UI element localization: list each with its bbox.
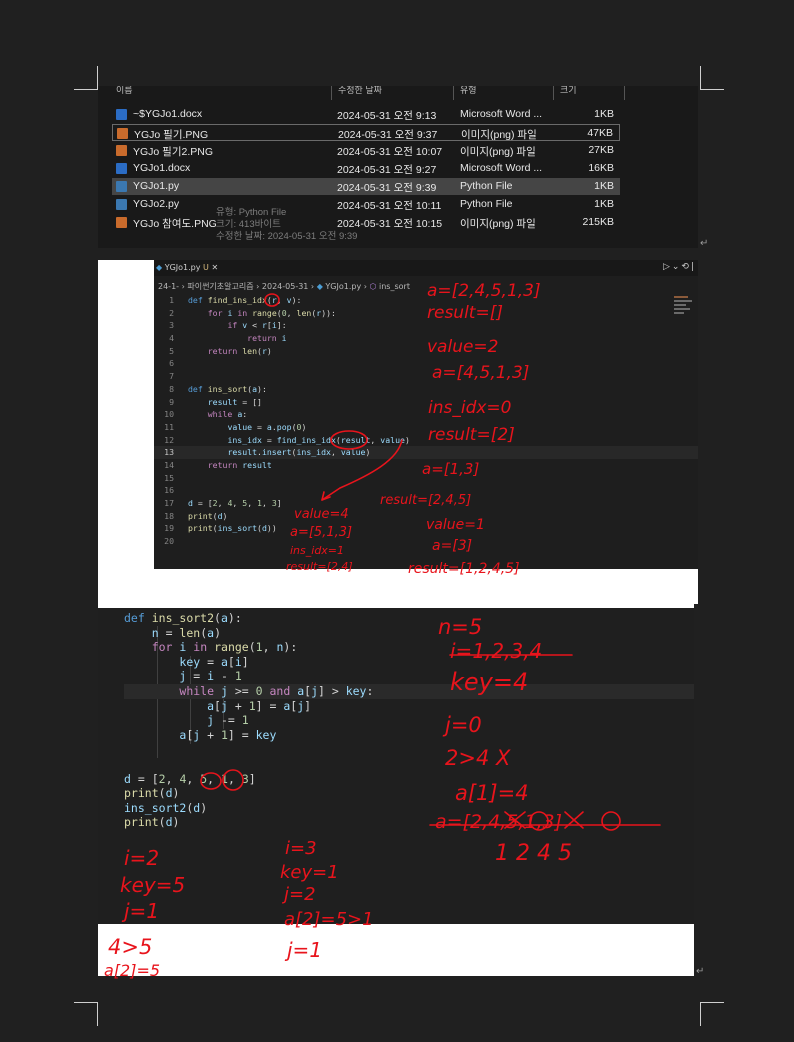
note-ins-idx: ins_idx=0 [428, 398, 512, 418]
note-result: result=[] [427, 303, 503, 323]
note-a-list: a=[3] [432, 538, 472, 554]
note-i: i=1,2,3,4 [450, 639, 542, 663]
note-a-list: a=[2,4,5,1,3] [427, 281, 541, 301]
note-j: j=2 [281, 884, 316, 905]
note-compare: 4>5 [108, 935, 152, 959]
note-result: result=[2,4,5] [380, 493, 471, 508]
ink-circle [222, 769, 244, 791]
note-a-list: a=[4,5,1,3] [432, 363, 529, 383]
note-compare: a[2]=5>1 [284, 909, 374, 930]
note-key: key=1 [280, 862, 339, 883]
handwritten-annotations: a=[2,4,5,1,3] result=[] value=2 a=[4,5,1… [104, 281, 661, 980]
note-value: value=1 [426, 517, 485, 533]
note-ins-idx: ins_idx=1 [290, 544, 344, 557]
note-result: result=[2,4] [286, 560, 353, 573]
ink-circle [601, 811, 621, 831]
note-result: result=[1,2,4,5] [408, 561, 520, 577]
ink-circle [330, 430, 368, 450]
ink-arrow [321, 439, 403, 501]
note-i: i=2 [124, 846, 159, 870]
note-a-list: a=[1,3] [422, 460, 479, 478]
note-n: n=5 [438, 615, 482, 639]
note-compare: 2>4 X [445, 746, 511, 770]
note-value: value=2 [427, 337, 499, 357]
note-sorted: 1 2 4 5 [495, 841, 572, 866]
note-j: j=0 [442, 713, 482, 737]
note-key: key=5 [120, 873, 185, 897]
note-a-list: a=[2,4,5,1,3] [435, 811, 562, 833]
note-assign: a[2]=5 [104, 961, 160, 980]
note-a-list: a=[5,1,3] [290, 525, 352, 540]
note-i: i=3 [285, 838, 317, 859]
note-j: j=1 [284, 938, 322, 962]
note-value: value=4 [294, 507, 349, 522]
note-j: j=1 [121, 899, 159, 923]
note-key: key=4 [450, 668, 528, 696]
note-result: result=[2] [428, 425, 515, 445]
ink-circle [200, 772, 222, 790]
ink-circle [264, 293, 280, 307]
note-assign: a[1]=4 [455, 781, 529, 805]
